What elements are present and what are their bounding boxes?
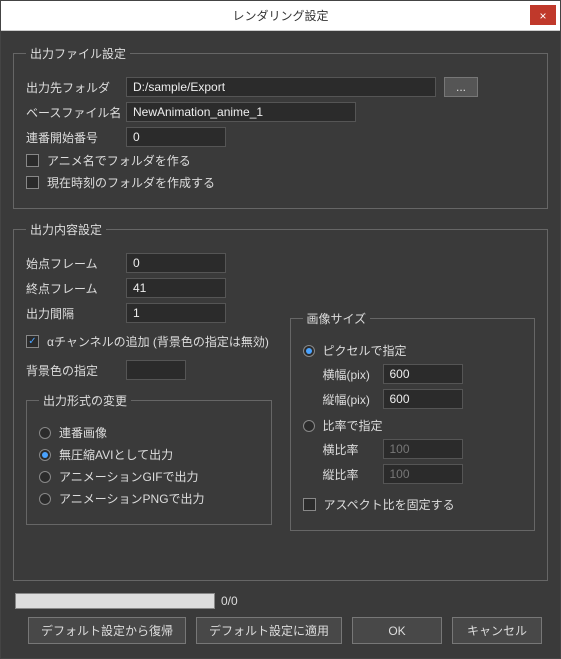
- height-ratio-input[interactable]: [383, 464, 463, 484]
- output-folder-label: 出力先フォルダ: [26, 79, 126, 96]
- render-settings-window: レンダリング設定 × 出力ファイル設定 出力先フォルダ ... ベースファイル名…: [0, 0, 561, 659]
- output-folder-input[interactable]: [126, 77, 436, 97]
- output-settings-group: 出力内容設定 始点フレーム 終点フレーム 出力間隔: [13, 221, 548, 581]
- format-gif-label: アニメーションGIFで出力: [59, 468, 199, 485]
- base-filename-input[interactable]: [126, 102, 356, 122]
- format-group: 出力形式の変更 連番画像 無圧縮AVIとして出力 アニメーションGIFで出力: [26, 392, 272, 525]
- base-filename-label: ベースファイル名: [26, 104, 126, 121]
- size-mode-ratio-label: 比率で指定: [323, 417, 383, 434]
- apply-default-button[interactable]: デフォルト設定に適用: [196, 617, 342, 644]
- progress-text: 0/0: [221, 594, 238, 608]
- window-title: レンダリング設定: [232, 7, 328, 24]
- ok-button[interactable]: OK: [352, 617, 442, 644]
- lock-aspect-checkbox[interactable]: [303, 498, 316, 511]
- image-size-group: 画像サイズ ピクセルで指定 横幅(pix) 縦幅(pix): [290, 310, 536, 531]
- restore-default-button[interactable]: デフォルト設定から復帰: [28, 617, 186, 644]
- width-px-label: 横幅(pix): [323, 366, 383, 383]
- alpha-channel-checkbox[interactable]: [26, 335, 39, 348]
- seq-start-input[interactable]: [126, 127, 226, 147]
- start-frame-input[interactable]: [126, 253, 226, 273]
- file-settings-group: 出力ファイル設定 出力先フォルダ ... ベースファイル名 連番開始番号 アニメ…: [13, 45, 548, 209]
- format-avi-label: 無圧縮AVIとして出力: [59, 446, 173, 463]
- file-settings-legend: 出力ファイル設定: [26, 45, 130, 62]
- format-legend: 出力形式の変更: [39, 392, 131, 409]
- browse-button[interactable]: ...: [444, 77, 478, 97]
- image-size-legend: 画像サイズ: [303, 310, 371, 327]
- start-frame-label: 始点フレーム: [26, 255, 126, 272]
- seq-start-label: 連番開始番号: [26, 129, 126, 146]
- format-seq-images-label: 連番画像: [59, 424, 107, 441]
- size-mode-ratio-radio[interactable]: [303, 420, 315, 432]
- make-timestamp-folder-checkbox[interactable]: [26, 176, 39, 189]
- make-anime-folder-checkbox[interactable]: [26, 154, 39, 167]
- size-mode-pixel-radio[interactable]: [303, 345, 315, 357]
- titlebar: レンダリング設定 ×: [1, 1, 560, 31]
- format-png-label: アニメーションPNGで出力: [59, 490, 205, 507]
- height-px-input[interactable]: [383, 389, 463, 409]
- alpha-channel-label: αチャンネルの追加 (背景色の指定は無効): [47, 333, 269, 350]
- bg-color-label: 背景色の指定: [26, 362, 126, 379]
- interval-input[interactable]: [126, 303, 226, 323]
- height-px-label: 縦幅(pix): [323, 391, 383, 408]
- bg-color-swatch[interactable]: [126, 360, 186, 380]
- content-area: 出力ファイル設定 出力先フォルダ ... ベースファイル名 連番開始番号 アニメ…: [1, 31, 560, 658]
- format-png-radio[interactable]: [39, 493, 51, 505]
- format-seq-images-radio[interactable]: [39, 427, 51, 439]
- interval-label: 出力間隔: [26, 305, 126, 322]
- size-mode-pixel-label: ピクセルで指定: [323, 342, 407, 359]
- width-ratio-input[interactable]: [383, 439, 463, 459]
- height-ratio-label: 縦比率: [323, 466, 383, 483]
- lock-aspect-label: アスペクト比を固定する: [324, 496, 455, 513]
- end-frame-label: 終点フレーム: [26, 280, 126, 297]
- close-button[interactable]: ×: [530, 5, 556, 25]
- make-timestamp-folder-label: 現在時刻のフォルダを作成する: [47, 174, 215, 191]
- end-frame-input[interactable]: [126, 278, 226, 298]
- output-settings-legend: 出力内容設定: [26, 221, 106, 238]
- width-px-input[interactable]: [383, 364, 463, 384]
- width-ratio-label: 横比率: [323, 441, 383, 458]
- make-anime-folder-label: アニメ名でフォルダを作る: [47, 152, 191, 169]
- progress-bar: [15, 593, 215, 609]
- format-avi-radio[interactable]: [39, 449, 51, 461]
- cancel-button[interactable]: キャンセル: [452, 617, 542, 644]
- format-gif-radio[interactable]: [39, 471, 51, 483]
